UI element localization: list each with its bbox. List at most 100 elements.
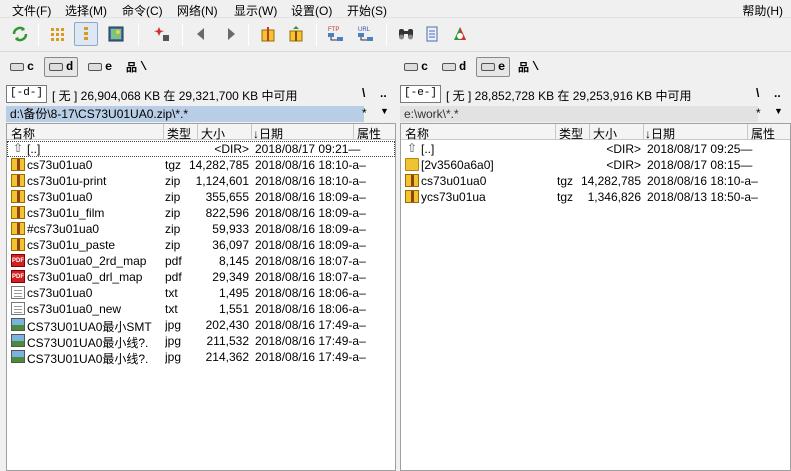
file-date: 2018/08/17 09:21— [255,142,361,156]
drive-icon [481,63,495,71]
right-root-button[interactable]: \ [756,86,759,100]
thumbnail-view-icon[interactable] [104,22,128,46]
left-drive-d[interactable]: d [44,57,79,77]
column-size[interactable]: 大小 [593,125,617,142]
column-name[interactable]: 名称 [11,125,35,142]
menu-commands[interactable]: 命令(C) [122,2,163,19]
menu-start[interactable]: 开始(S) [347,2,387,19]
drive-icon [442,63,456,71]
file-row[interactable]: ⇧ [..] <DIR> 2018/08/17 09:25— [401,141,790,157]
right-path[interactable]: e:\work\*.* [400,106,758,122]
file-row[interactable]: cs73u01u_paste zip 36,097 2018/08/16 18:09-… [7,237,395,253]
column-type[interactable]: 类型 [167,125,191,142]
archive-file-icon [11,190,25,203]
right-drive-d[interactable]: d [438,57,470,77]
file-name: ycs73u01ua [421,190,486,204]
file-date: 2018/08/16 18:10-a– [255,158,366,172]
file-row[interactable]: [2v3560a6a0] <DIR> 2018/08/17 08:15— [401,157,790,173]
file-row[interactable]: ⇧ [..] <DIR> 2018/08/17 09:21— [7,141,395,157]
column-attr[interactable]: 属性 [751,125,775,142]
file-size: 14,282,785 [580,174,641,188]
file-row[interactable]: cs73u01u-print zip 1,124,601 2018/08/16 18:… [7,173,395,189]
left-history-dropdown[interactable]: ▼ [380,106,389,116]
left-network-root[interactable]: 品 \ [122,57,151,77]
column-name[interactable]: 名称 [405,125,429,142]
file-date: 2018/08/17 09:25— [647,142,753,156]
file-size: 14,282,785 [188,158,249,172]
column-type[interactable]: 类型 [559,125,583,142]
search-icon[interactable] [394,22,418,46]
right-network-root[interactable]: 品 \ [514,57,543,77]
ftp-connect-icon[interactable]: FTP [324,22,348,46]
file-name: cs73u01ua0 [27,158,93,172]
file-row[interactable]: CS73U01UA0最小SMT jpg 202,430 2018/08/16 17:4… [7,317,395,334]
menu-help[interactable]: 帮助(H) [742,2,783,19]
pack-icon[interactable] [256,22,280,46]
file-row[interactable]: cs73u01ua0 txt 1,495 2018/08/16 18:06-a– [7,285,395,301]
file-date: 2018/08/16 18:06-a– [255,286,366,300]
left-drive-e[interactable]: e [84,57,116,77]
right-column-header: 名称 类型 大小 ↓日期 属性 [401,124,790,142]
right-up-button[interactable]: .. [774,86,781,100]
back-icon[interactable] [190,22,214,46]
file-row[interactable]: PDF cs73u01ua0_2rd_map pdf 8,145 2018/08/16 … [7,253,395,269]
file-row[interactable]: ycs73u01ua tgz 1,346,826 2018/08/13 18:50-a… [401,189,790,205]
file-name: cs73u01ua0 [27,286,93,300]
archive-file-icon [11,174,25,187]
unpack-icon[interactable] [284,22,308,46]
url-connect-icon[interactable]: URL [354,22,378,46]
notepad-icon[interactable] [420,22,444,46]
column-size[interactable]: 大小 [201,125,225,142]
left-drive-c[interactable]: c [6,57,38,77]
column-date[interactable]: ↓日期 [253,125,283,142]
right-file-panel[interactable]: 名称 类型 大小 ↓日期 属性 ⇧ [..] <DIR> 2018/08/17 09:… [400,123,791,471]
file-row[interactable]: CS73U01UA0最小线?. jpg 214,362 2018/08/16 17:4… [7,349,395,366]
file-row[interactable]: CS73U01UA0最小线?. jpg 211,532 2018/08/16 17:4… [7,333,395,350]
file-row[interactable]: cs73u01u_film zip 822,596 2018/08/16 18:09-… [7,205,395,221]
right-drive-c[interactable]: c [400,57,432,77]
left-file-panel[interactable]: 名称 类型 大小 ↓日期 属性 ⇧ [..] <DIR> 2018/08/17 09:… [6,123,396,471]
full-view-icon[interactable] [74,22,98,46]
left-path[interactable]: d:\备份\8-17\CS73U01UA0.zip\*.* [6,106,364,122]
multi-rename-icon[interactable] [448,22,472,46]
file-row[interactable]: cs73u01ua0 zip 355,655 2018/08/16 18:09-a– [7,189,395,205]
column-attr[interactable]: 属性 [357,125,381,142]
column-date[interactable]: ↓日期 [645,125,675,142]
left-filter-star[interactable]: * [362,106,367,120]
menu-select[interactable]: 选择(M) [65,2,107,19]
svg-text:FTP: FTP [328,27,339,33]
file-size: 822,596 [205,206,249,220]
right-drive-e[interactable]: e [476,57,511,77]
file-date: 2018/08/16 18:09-a– [255,190,366,204]
invert-selection-icon[interactable] [150,22,174,46]
file-size: 1,124,601 [195,174,249,188]
folder-file-icon [405,158,419,171]
menu-file[interactable]: 文件(F) [12,2,51,19]
file-date: 2018/08/16 17:49-a– [255,318,366,332]
brief-view-icon[interactable] [46,22,70,46]
file-size: 59,933 [212,222,249,236]
refresh-icon[interactable] [8,22,32,46]
right-history-dropdown[interactable]: ▼ [774,106,783,116]
file-row[interactable]: PDF cs73u01ua0_drl_map pdf 29,349 2018/08/16… [7,269,395,285]
left-drive-select[interactable]: [-d-] [6,85,48,103]
drive-icon [88,63,102,71]
file-row[interactable]: cs73u01ua0_new txt 1,551 2018/08/16 18:06-a… [7,301,395,317]
right-drive-select[interactable]: [-e-] [400,85,442,103]
left-up-button[interactable]: .. [380,86,387,100]
file-row[interactable]: #cs73u01ua0 zip 59,933 2018/08/16 18:09-a– [7,221,395,237]
archive-file-icon [11,222,25,235]
menu-show[interactable]: 显示(W) [234,2,277,19]
right-filter-star[interactable]: * [756,106,761,120]
forward-icon[interactable] [218,22,242,46]
file-row[interactable]: cs73u01ua0 tgz 14,282,785 2018/08/16 18:10-… [401,173,790,189]
file-name: cs73u01ua0 [421,174,487,188]
file-row[interactable]: cs73u01ua0 tgz 14,282,785 2018/08/16 18:10-… [7,157,395,173]
menu-config[interactable]: 设置(O) [291,2,332,19]
left-root-button[interactable]: \ [362,86,365,100]
file-size: <DIR> [214,142,249,156]
file-date: 2018/08/16 18:06-a– [255,302,366,316]
menu-network[interactable]: 网络(N) [177,2,218,19]
right-info-bar: [-e-] [ 无 ] 28,852,728 KB 在 29,253,916 K… [394,84,791,104]
file-date: 2018/08/16 17:49-a– [255,334,366,348]
